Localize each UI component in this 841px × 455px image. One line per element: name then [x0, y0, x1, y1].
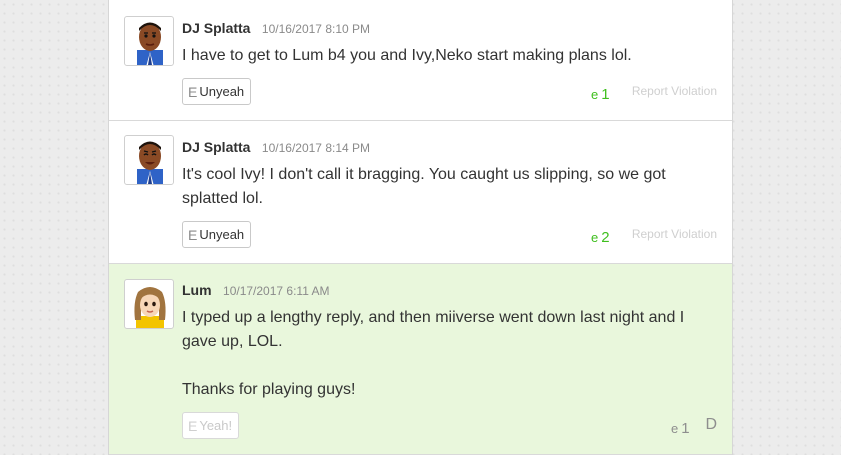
reply-text: I have to get to Lum b4 you and Ivy,Neko…: [182, 47, 632, 64]
reply-text: I typed up a lengthy reply, and then mii…: [182, 309, 685, 350]
mii-avatar-male-icon[interactable]: [124, 135, 174, 185]
username[interactable]: Lum: [182, 282, 212, 298]
yeah-icon: E: [188, 226, 198, 243]
reply-item-highlighted: Lum 10/17/2017 6:11 AM I typed up a leng…: [109, 264, 732, 455]
mii-avatar-male-icon[interactable]: [124, 16, 174, 66]
unyeah-button[interactable]: E Unyeah: [182, 221, 252, 248]
reply-item: DJ Splatta 10/16/2017 8:10 PM I have to …: [109, 0, 732, 121]
yeah-count[interactable]: e1: [591, 86, 610, 103]
yeah-count[interactable]: e1: [671, 420, 690, 437]
yeah-count-icon: e: [591, 230, 599, 245]
reply-item: DJ Splatta 10/16/2017 8:14 PM It's cool …: [109, 121, 732, 264]
report-violation-link[interactable]: Report Violation: [632, 84, 717, 98]
reply-text: It's cool Ivy! I don't call it bragging.…: [182, 166, 666, 207]
username[interactable]: DJ Splatta: [182, 139, 250, 155]
yeah-count-icon: e: [671, 421, 679, 436]
options-menu-icon[interactable]: D: [705, 416, 717, 434]
mii-avatar-female-icon[interactable]: [124, 279, 174, 329]
timestamp[interactable]: 10/16/2017 8:14 PM: [262, 141, 370, 155]
yeah-count-value: 1: [681, 420, 690, 437]
reply-list: DJ Splatta 10/16/2017 8:10 PM I have to …: [108, 0, 733, 455]
reply-body: It's cool Ivy! I don't call it bragging.…: [182, 163, 702, 211]
yeah-button-label: Yeah!: [199, 418, 233, 433]
yeah-count[interactable]: e2: [591, 229, 610, 246]
yeah-count-icon: e: [591, 87, 599, 102]
reply-text: Thanks for playing guys!: [182, 381, 356, 398]
yeah-button[interactable]: E Yeah!: [182, 412, 240, 439]
reply-header: DJ Splatta 10/16/2017 8:14 PM: [182, 139, 370, 157]
yeah-button-label: Unyeah: [199, 227, 245, 242]
yeah-icon: E: [188, 83, 198, 100]
username[interactable]: DJ Splatta: [182, 20, 250, 36]
yeah-count-value: 2: [601, 229, 610, 246]
yeah-button-label: Unyeah: [199, 84, 245, 99]
timestamp[interactable]: 10/16/2017 8:10 PM: [262, 22, 370, 36]
reply-header: Lum 10/17/2017 6:11 AM: [182, 282, 330, 300]
reply-header: DJ Splatta 10/16/2017 8:10 PM: [182, 20, 370, 38]
yeah-icon: E: [188, 417, 198, 434]
reply-body: I have to get to Lum b4 you and Ivy,Neko…: [182, 44, 702, 68]
report-violation-link[interactable]: Report Violation: [632, 227, 717, 241]
unyeah-button[interactable]: E Unyeah: [182, 78, 252, 105]
timestamp[interactable]: 10/17/2017 6:11 AM: [223, 284, 330, 298]
yeah-count-value: 1: [601, 86, 610, 103]
reply-body: I typed up a lengthy reply, and then mii…: [182, 306, 702, 402]
